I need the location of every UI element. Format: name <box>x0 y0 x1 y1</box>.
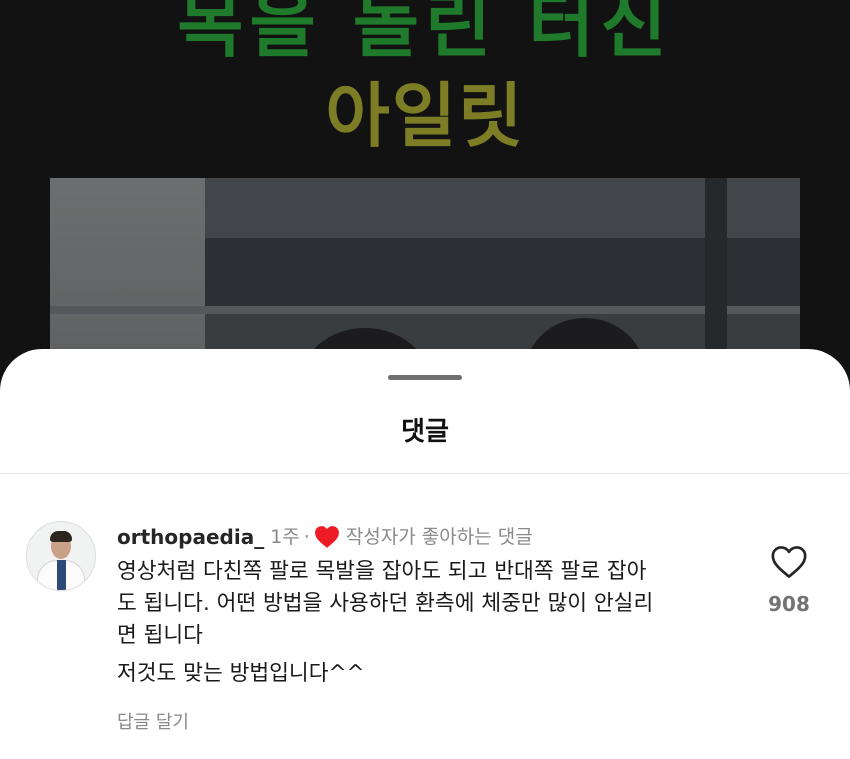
avatar-hair <box>50 531 72 542</box>
comments-sheet: 댓글 orthopaedia_ 1주 · 작성자가 좋아하는 댓글 영상처럼 다… <box>0 349 850 759</box>
frame-ledge <box>50 306 800 314</box>
comment-text-line: 저것도 맞는 방법입니다^^ <box>117 661 365 686</box>
comment-text-line: 영상처럼 다친쪽 팔로 목발을 잡아도 되고 반대쪽 팔로 잡아 <box>117 559 647 584</box>
comment-text-line: 도 됩니다. 어떤 방법을 사용하던 환측에 체중만 많이 안실리 <box>117 591 654 616</box>
comment-item: orthopaedia_ 1주 · 작성자가 좋아하는 댓글 영상처럼 다친쪽 … <box>0 474 850 759</box>
comment-meta: orthopaedia_ 1주 · 작성자가 좋아하는 댓글 <box>117 524 533 550</box>
comment-username[interactable]: orthopaedia_ <box>117 524 264 550</box>
comment-text-line: 면 됩니다 <box>117 623 203 648</box>
video-background: 목을 돌린 터신 아일릿 <box>0 0 850 400</box>
avatar-tie <box>57 560 66 590</box>
meta-separator: · <box>303 526 310 548</box>
sheet-title: 댓글 <box>401 417 449 447</box>
sheet-drag-handle[interactable] <box>388 375 462 380</box>
heart-filled-icon <box>314 525 340 549</box>
creator-liked-label: 작성자가 좋아하는 댓글 <box>345 526 533 548</box>
like-count: 908 <box>768 592 810 616</box>
avatar[interactable] <box>26 521 96 591</box>
comment-time: 1주 <box>270 526 300 548</box>
reply-button[interactable]: 답글 달기 <box>117 708 189 734</box>
heart-outline-icon[interactable] <box>770 544 808 580</box>
video-title-main: 아일릿 <box>325 75 525 157</box>
